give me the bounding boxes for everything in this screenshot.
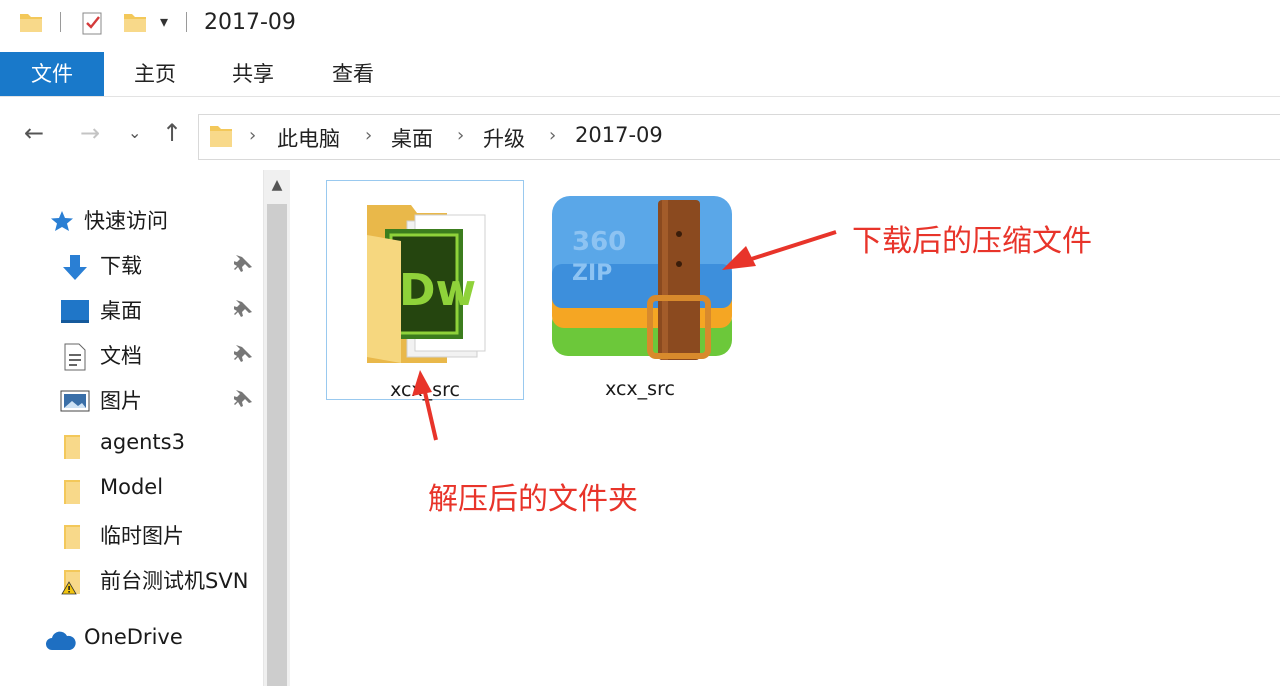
tab-share[interactable]: 共享 bbox=[218, 52, 288, 96]
document-icon bbox=[64, 343, 86, 371]
nav-scrollbar[interactable]: ▲ bbox=[263, 170, 290, 686]
nav-label: 前台测试机SVN bbox=[100, 569, 249, 593]
pin-icon[interactable] bbox=[234, 345, 254, 365]
chevron-right-icon[interactable]: › bbox=[457, 125, 464, 146]
new-folder-icon[interactable] bbox=[122, 10, 148, 34]
breadcrumb-desktop[interactable]: 桌面 bbox=[391, 123, 433, 153]
navigation-pane: 快速访问 下载 桌面 文档 图片 agents3 Model 临时图片 前台测试… bbox=[0, 170, 262, 686]
cloud-icon bbox=[46, 631, 76, 650]
scroll-thumb[interactable] bbox=[267, 204, 287, 686]
nav-label: 临时图片 bbox=[100, 524, 184, 548]
pin-icon[interactable] bbox=[234, 300, 254, 320]
file-name: xcx_src bbox=[605, 378, 675, 400]
navigation-bar: ← → ⌄ ↑ › 此电脑 › 桌面 › 升级 › 2017-09 bbox=[0, 104, 1280, 162]
svg-text:360: 360 bbox=[572, 227, 626, 257]
svg-text:ZIP: ZIP bbox=[572, 261, 612, 286]
nav-item-svn[interactable]: 前台测试机SVN bbox=[0, 560, 262, 600]
dreamweaver-folder-icon: Dw bbox=[367, 205, 486, 363]
breadcrumb-upgrade[interactable]: 升级 bbox=[483, 123, 525, 153]
nav-item-model[interactable]: Model bbox=[0, 470, 262, 510]
chevron-right-icon[interactable]: › bbox=[249, 125, 256, 146]
file-item-folder[interactable]: Dw xcx_src bbox=[326, 180, 524, 401]
divider bbox=[186, 12, 187, 32]
customize-toolbar-icon[interactable]: ▾ bbox=[160, 12, 168, 31]
file-list: Dw xcx_src 360 ZIP xcx_src bbox=[290, 170, 1280, 686]
file-name: xcx_src bbox=[390, 379, 460, 401]
nav-label: Model bbox=[100, 475, 164, 499]
360zip-archive-icon: 360 ZIP bbox=[552, 196, 732, 360]
nav-label: 快速访问 bbox=[84, 209, 168, 233]
nav-item-temp-pictures[interactable]: 临时图片 bbox=[0, 515, 262, 555]
breadcrumb-this-pc[interactable]: 此电脑 bbox=[277, 123, 340, 153]
annotation-zip-note: 下载后的压缩文件 bbox=[852, 224, 1092, 259]
nav-onedrive[interactable]: OneDrive bbox=[0, 620, 262, 660]
tab-view[interactable]: 查看 bbox=[318, 52, 388, 96]
nav-item-downloads[interactable]: 下载 bbox=[0, 245, 262, 285]
star-icon bbox=[51, 211, 73, 231]
folder-icon bbox=[64, 435, 80, 459]
nav-item-documents[interactable]: 文档 bbox=[0, 335, 262, 375]
up-arrow-icon[interactable]: ↑ bbox=[162, 120, 182, 146]
warning-folder-icon bbox=[61, 570, 80, 595]
pin-icon[interactable] bbox=[234, 255, 254, 275]
folder-icon bbox=[64, 525, 80, 549]
properties-icon[interactable] bbox=[80, 10, 106, 36]
back-arrow-icon[interactable]: ← bbox=[24, 120, 44, 146]
annotation-folder-note: 解压后的文件夹 bbox=[428, 482, 638, 517]
tab-file[interactable]: 文件 bbox=[0, 52, 104, 96]
title-bar: ▾ 2017-09 bbox=[0, 0, 1280, 46]
window-title: 2017-09 bbox=[204, 10, 296, 35]
folder-icon[interactable] bbox=[18, 10, 44, 34]
nav-label: 桌面 bbox=[100, 299, 142, 323]
nav-item-agents3[interactable]: agents3 bbox=[0, 425, 262, 465]
divider bbox=[60, 12, 61, 32]
address-bar[interactable]: › 此电脑 › 桌面 › 升级 › 2017-09 bbox=[198, 114, 1280, 160]
download-arrow-icon bbox=[63, 255, 87, 280]
nav-item-desktop[interactable]: 桌面 bbox=[0, 290, 262, 330]
scroll-up-icon[interactable]: ▲ bbox=[264, 170, 290, 200]
nav-label: 图片 bbox=[100, 389, 142, 413]
folder-icon bbox=[64, 480, 80, 504]
desktop-icon bbox=[61, 300, 89, 323]
folder-icon bbox=[210, 126, 232, 147]
forward-arrow-icon[interactable]: → bbox=[80, 120, 100, 146]
nav-label: OneDrive bbox=[84, 625, 183, 649]
chevron-right-icon[interactable]: › bbox=[365, 125, 372, 146]
svg-text:Dw: Dw bbox=[399, 265, 476, 316]
tab-home[interactable]: 主页 bbox=[120, 52, 190, 96]
pin-icon[interactable] bbox=[234, 390, 254, 410]
ribbon: 文件 主页 共享 查看 bbox=[0, 52, 1280, 97]
nav-label: 下载 bbox=[100, 254, 142, 278]
chevron-right-icon[interactable]: › bbox=[549, 125, 556, 146]
nav-label: agents3 bbox=[100, 430, 185, 454]
file-item-zip[interactable]: 360 ZIP xcx_src bbox=[542, 180, 738, 400]
recent-locations-icon[interactable]: ⌄ bbox=[128, 120, 141, 146]
pictures-icon bbox=[60, 390, 90, 412]
nav-item-pictures[interactable]: 图片 bbox=[0, 380, 262, 420]
nav-label: 文档 bbox=[100, 344, 142, 368]
breadcrumb-2017-09[interactable]: 2017-09 bbox=[575, 123, 663, 147]
nav-quick-access[interactable]: 快速访问 bbox=[0, 200, 262, 240]
